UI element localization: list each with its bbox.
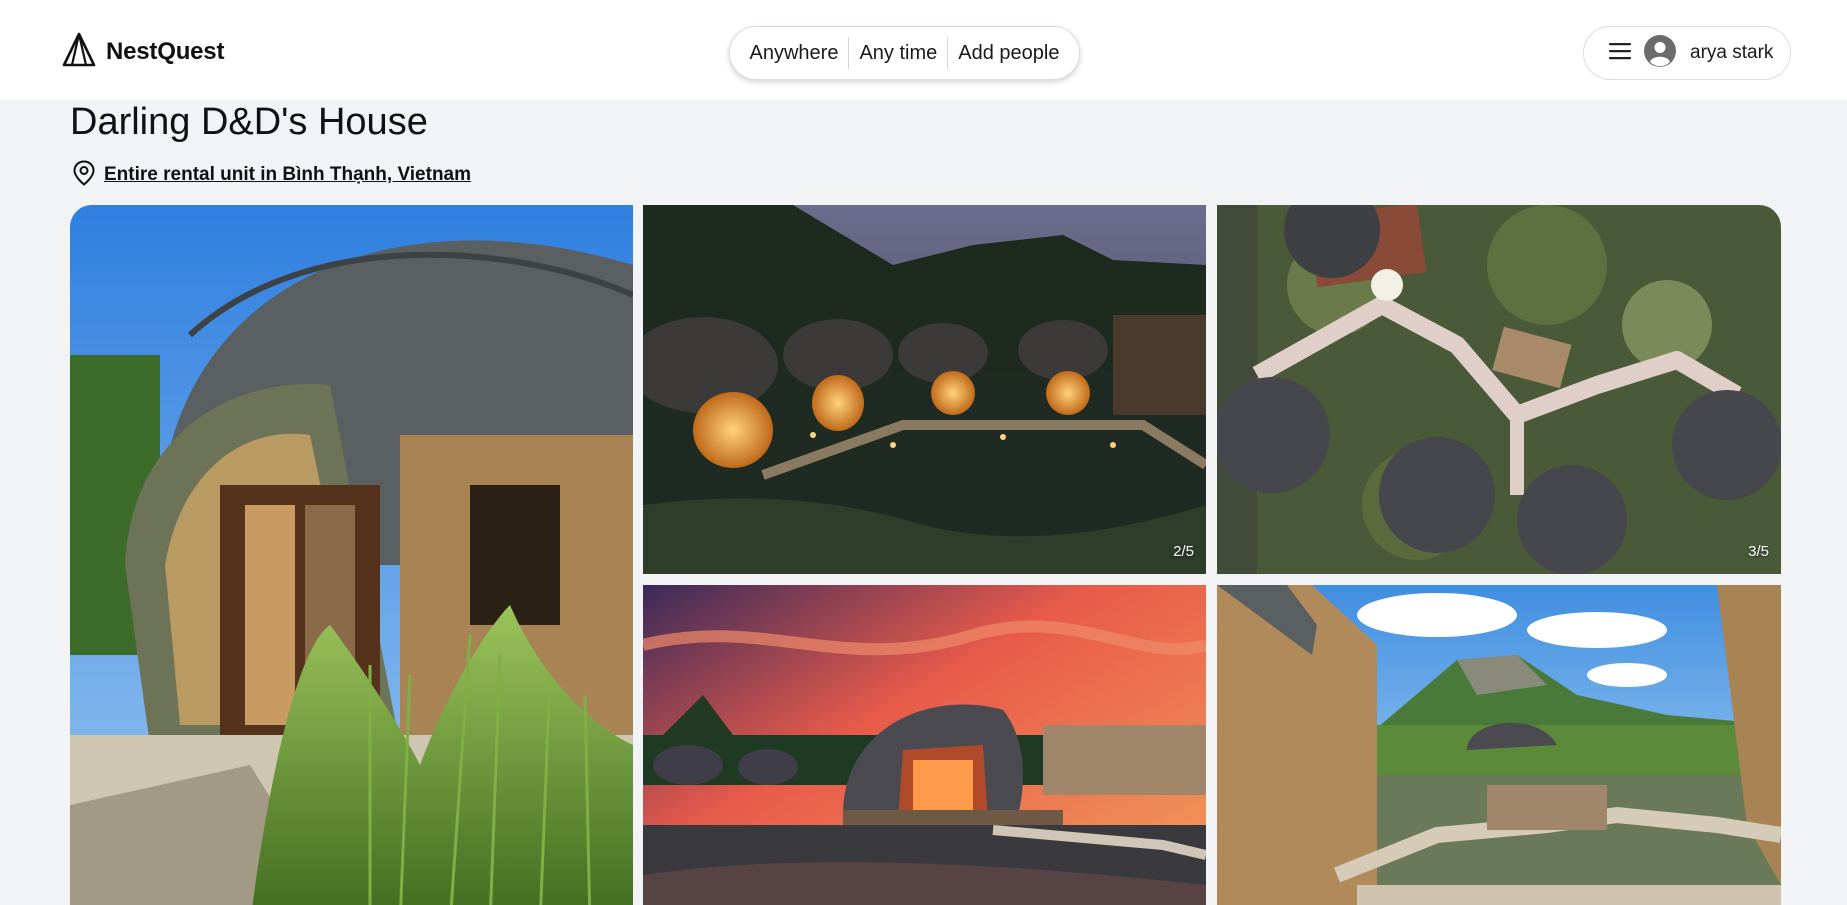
search-where-button[interactable]: Anywhere xyxy=(740,38,849,68)
user-menu-button[interactable]: arya stark xyxy=(1583,26,1791,80)
user-avatar-icon xyxy=(1644,34,1676,72)
photo-counter: 3/5 xyxy=(1748,543,1769,560)
photo-sunset-dome xyxy=(643,585,1206,905)
listing-location: Entire rental unit in Bình Thạnh, Vietna… xyxy=(72,159,471,191)
photo-night-pond xyxy=(643,205,1206,574)
hamburger-icon xyxy=(1608,41,1632,66)
gallery-photo-3[interactable]: 3/5 xyxy=(1217,205,1781,574)
listing-title: Darling D&D's House xyxy=(70,101,428,143)
brand-logo[interactable]: NestQuest xyxy=(62,32,225,73)
top-navbar: NestQuest Anywhere Any time Add people a… xyxy=(0,0,1847,100)
gallery-photo-1[interactable] xyxy=(70,205,633,905)
photo-dome-reeds xyxy=(70,205,633,905)
gallery-photo-5[interactable] xyxy=(1217,585,1781,905)
tent-icon xyxy=(62,32,96,73)
brand-name: NestQuest xyxy=(106,38,225,65)
map-pin-icon xyxy=(72,159,96,191)
photo-day-walkways xyxy=(1217,585,1781,905)
gallery-photo-2[interactable]: 2/5 xyxy=(643,205,1206,574)
search-guests-button[interactable]: Add people xyxy=(948,38,1069,68)
photo-aerial-view xyxy=(1217,205,1781,574)
search-when-button[interactable]: Any time xyxy=(849,38,947,68)
photo-counter: 2/5 xyxy=(1173,543,1194,560)
photo-gallery: 2/5 3/5 xyxy=(70,205,1781,905)
location-link[interactable]: Entire rental unit in Bình Thạnh, Vietna… xyxy=(104,164,471,186)
gallery-photo-4[interactable] xyxy=(643,585,1206,905)
user-name: arya stark xyxy=(1690,42,1774,63)
search-bar[interactable]: Anywhere Any time Add people xyxy=(729,26,1080,80)
